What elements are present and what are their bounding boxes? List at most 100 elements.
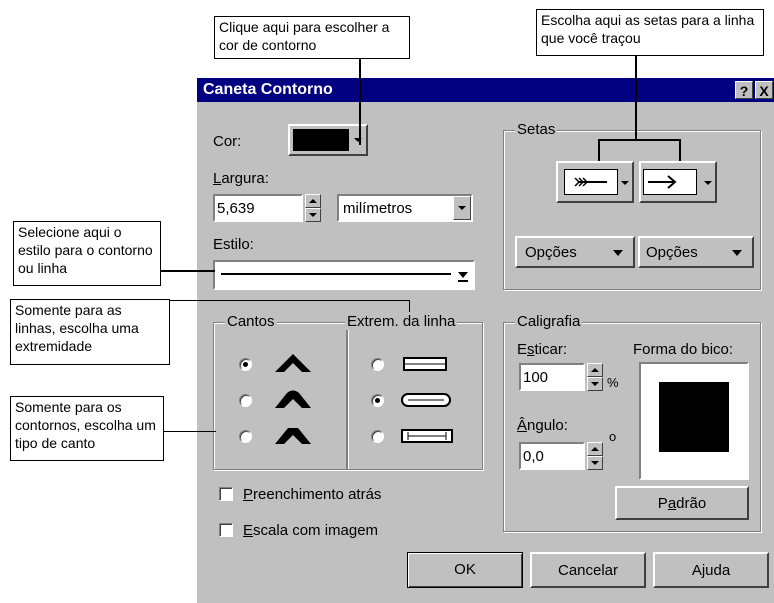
butt-cap-icon	[403, 357, 447, 371]
outline-pen-dialog: Caneta Contorno ? X Cor: Largura: 5,639 …	[197, 78, 774, 603]
bevel-corner-icon	[275, 428, 311, 444]
chevron-down-icon	[613, 250, 623, 256]
style-line-preview	[221, 273, 451, 275]
ok-button[interactable]: OK	[407, 552, 523, 588]
fill-behind-checkbox[interactable]	[219, 487, 233, 501]
arrow-options-right-button[interactable]: Opções	[638, 236, 754, 268]
callout-color-text: Clique aqui para escolher a cor de conto…	[219, 19, 390, 53]
color-picker-button[interactable]	[288, 124, 368, 156]
width-label: Largura:	[213, 170, 269, 187]
callout-line-end-text: Somente para as linhas, escolha uma extr…	[15, 302, 139, 354]
leader-corner	[164, 431, 216, 432]
arrow-preview-start	[564, 169, 618, 195]
default-nib-button[interactable]: Padrão	[615, 486, 749, 520]
arrow-options-right-label: Opções	[646, 244, 698, 261]
help-label: Ajuda	[691, 562, 731, 579]
close-button[interactable]: X	[755, 81, 773, 99]
spin-down[interactable]	[587, 456, 603, 470]
style-label: Estilo:	[213, 236, 254, 253]
scale-with-image-label: Escala com imagem	[243, 522, 379, 539]
spin-up[interactable]	[587, 442, 603, 456]
line-end-radio-round[interactable]	[371, 394, 384, 407]
stretch-value: 100	[523, 369, 549, 386]
angle-label: Ângulo:	[517, 417, 568, 434]
round-corner-icon	[275, 390, 311, 408]
dialog-title: Caneta Contorno	[203, 81, 333, 98]
tailed-arrow-icon	[574, 177, 607, 187]
angle-unit: o	[609, 429, 617, 444]
miter-corner-icon	[275, 354, 311, 372]
ok-label: OK	[454, 561, 476, 578]
chevron-down-icon	[458, 272, 468, 278]
help-question-button[interactable]: ?	[735, 81, 753, 99]
width-spinner[interactable]	[305, 194, 321, 222]
spin-down[interactable]	[587, 377, 603, 391]
chevron-down-icon	[732, 250, 742, 256]
arrow-options-left-label: Opções	[525, 244, 577, 261]
width-value: 5,639	[217, 200, 255, 217]
leader-line-end-v	[409, 300, 410, 312]
stretch-label: Esticar:	[517, 341, 568, 358]
callout-color: Clique aqui para escolher a cor de conto…	[214, 16, 410, 59]
arrows-group-label: Setas	[515, 121, 558, 138]
fill-behind-label: Preenchimento atrás	[243, 486, 382, 503]
nib-square-icon	[659, 382, 729, 452]
leader-arrows-left	[598, 139, 600, 161]
line-end-radio-butt[interactable]	[371, 358, 384, 371]
angle-input[interactable]: 0,0	[519, 442, 585, 470]
round-cap-icon	[401, 393, 451, 407]
corner-radio-bevel[interactable]	[239, 430, 252, 443]
cancel-button[interactable]: Cancelar	[530, 552, 646, 588]
leader-arrows-v	[635, 56, 637, 140]
line-end-radio-square[interactable]	[371, 430, 384, 443]
callout-style-text: Selecione aqui o estilo para o contorno …	[18, 224, 153, 276]
calligraphy-group-label: Caligrafia	[515, 313, 583, 330]
spin-up[interactable]	[305, 194, 321, 208]
square-cap-icon	[401, 429, 453, 443]
chevron-down-icon	[621, 181, 629, 185]
callout-arrows: Escolha aqui as setas para a linha que v…	[536, 9, 764, 56]
leader-style	[161, 270, 215, 272]
width-input[interactable]: 5,639	[213, 194, 303, 222]
nib-shape-preview[interactable]	[639, 362, 749, 480]
cancel-label: Cancelar	[557, 562, 619, 579]
leader-arrows-h	[598, 139, 680, 141]
chevron-down-icon	[458, 206, 466, 210]
spin-down[interactable]	[305, 208, 321, 222]
stretch-unit: %	[607, 375, 619, 390]
color-label: Cor:	[213, 133, 242, 150]
style-select[interactable]	[213, 260, 475, 290]
color-swatch	[293, 129, 349, 151]
width-unit-value: milímetros	[343, 200, 413, 217]
arrow-right-icon	[648, 175, 677, 189]
arrow-preview-end	[643, 169, 697, 195]
unit-dropdown-button[interactable]	[453, 196, 471, 220]
chevron-down-icon	[704, 181, 712, 185]
leader-arrows-right	[679, 139, 681, 161]
leader-line-end-h	[170, 300, 410, 301]
help-button[interactable]: Ajuda	[653, 552, 769, 588]
callout-arrows-text: Escolha aqui as setas para a linha que v…	[541, 12, 755, 46]
angle-spinner[interactable]	[587, 442, 603, 470]
corner-radio-round[interactable]	[239, 394, 252, 407]
callout-style: Selecione aqui o estilo para o contorno …	[13, 221, 161, 286]
default-nib-label: Padrão	[657, 495, 707, 512]
callout-corner-text: Somente para os contornos, escolha um ti…	[15, 399, 156, 451]
stretch-spinner[interactable]	[587, 363, 603, 391]
width-unit-select[interactable]: milímetros	[337, 194, 473, 222]
callout-corner: Somente para os contornos, escolha um ti…	[10, 396, 164, 461]
corner-radio-miter[interactable]	[239, 358, 252, 371]
title-bar: Caneta Contorno ? X	[197, 78, 774, 102]
underline-mark	[458, 280, 468, 282]
leader-color	[359, 59, 361, 145]
start-arrow-button[interactable]	[556, 161, 634, 203]
end-arrow-button[interactable]	[639, 161, 717, 203]
spin-up[interactable]	[587, 363, 603, 377]
nib-shape-label: Forma do bico:	[633, 341, 734, 358]
angle-value: 0,0	[523, 448, 544, 465]
stretch-input[interactable]: 100	[519, 363, 585, 391]
arrow-options-left-button[interactable]: Opções	[515, 236, 635, 268]
callout-line-end: Somente para as linhas, escolha uma extr…	[10, 299, 170, 365]
scale-with-image-checkbox[interactable]	[219, 523, 233, 537]
line-ends-group-label: Extrem. da linha	[345, 313, 458, 330]
